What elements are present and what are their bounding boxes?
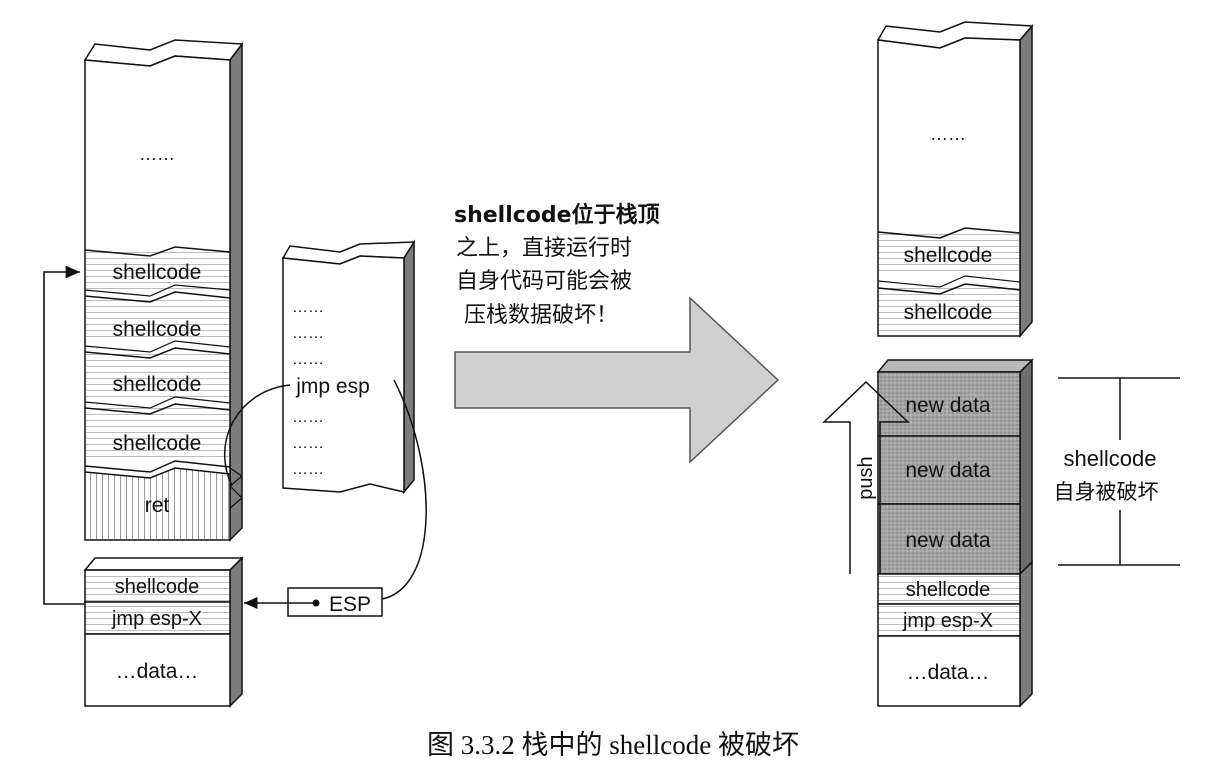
code-panel-body: [282, 255, 405, 493]
code-dots-3: ……: [292, 351, 324, 368]
left-ret-label: ret: [145, 494, 170, 517]
right-shellcode-label-1: shellcode: [904, 244, 993, 267]
new-data-label-3: new data: [905, 529, 991, 552]
right-shellcode-label-2: shellcode: [904, 301, 993, 324]
right-lower-shellcode-label: shellcode: [906, 579, 991, 601]
shellcode-stack-diagram: …… shellcode shellcode shellcode shellco…: [43, 21, 1180, 760]
right-stack: …… shellcode shellcode: [876, 21, 1034, 339]
annotation: shellcode位于栈顶 之上，直接运行时 自身代码可能会被 压栈数据破坏！: [454, 202, 660, 328]
left-stack-side: [229, 41, 243, 542]
annotation-line-2: 之上，直接运行时: [456, 236, 632, 261]
annotation-line-3: 自身代码可能会被: [456, 269, 632, 294]
code-dots-5: ……: [292, 435, 324, 452]
right-lower-data-label: …data…: [907, 661, 990, 684]
left-lower-jmp-label: jmp esp-X: [111, 608, 202, 630]
new-data-top: [876, 359, 1034, 373]
right-lower-stack: shellcode jmp esp-X …data…: [877, 560, 1033, 708]
left-top-dots: ……: [139, 144, 175, 164]
left-shellcode-label-1: shellcode: [113, 261, 202, 284]
new-data-stack: new data new data new data: [876, 358, 1034, 576]
bracket-note-line-1: shellcode: [1064, 446, 1157, 471]
code-panel: …… …… …… jmp esp …… …… ……: [281, 239, 416, 495]
right-lower-side: [1019, 560, 1033, 708]
push-label: push: [855, 456, 877, 499]
figure-caption: 图 3.3.2 栈中的 shellcode 被破坏: [427, 730, 799, 760]
left-lower-stack: shellcode jmp esp-X …data…: [83, 556, 244, 708]
right-lower-jmp-label: jmp esp-X: [902, 610, 993, 632]
left-shellcode-label-2: shellcode: [113, 318, 202, 341]
new-data-side: [1019, 358, 1033, 576]
code-dots-4: ……: [292, 409, 324, 426]
code-dots-1: ……: [292, 299, 324, 316]
left-lower-side: [229, 556, 243, 708]
left-shellcode-label-3: shellcode: [113, 373, 202, 396]
right-top-dots: ……: [930, 124, 966, 144]
esp-pointer: ESP: [244, 587, 383, 617]
left-lower-shellcode-label: shellcode: [115, 576, 200, 598]
code-dots-6: ……: [292, 461, 324, 478]
annotation-line-1: shellcode位于栈顶: [454, 202, 660, 228]
left-lower-top: [83, 557, 244, 571]
bracket-note-line-2: 自身被破坏: [1054, 480, 1159, 504]
left-shellcode-label-4: shellcode: [113, 432, 202, 455]
new-data-label-2: new data: [905, 459, 991, 482]
code-panel-side: [403, 239, 415, 495]
esp-label: ESP: [329, 593, 371, 616]
damage-bracket: shellcode 自身被破坏: [1054, 377, 1180, 566]
left-lower-data-label: …data…: [116, 660, 199, 683]
jump-back-arrow: [43, 265, 85, 605]
left-stack: …… shellcode shellcode shellcode shellco…: [83, 39, 244, 542]
annotation-line-4: 压栈数据破坏！: [464, 303, 618, 328]
right-stack-side: [1019, 23, 1033, 339]
new-data-label-1: new data: [905, 394, 991, 417]
code-dots-2: ……: [292, 325, 324, 342]
code-jmp-esp-label: jmp esp: [295, 375, 370, 398]
